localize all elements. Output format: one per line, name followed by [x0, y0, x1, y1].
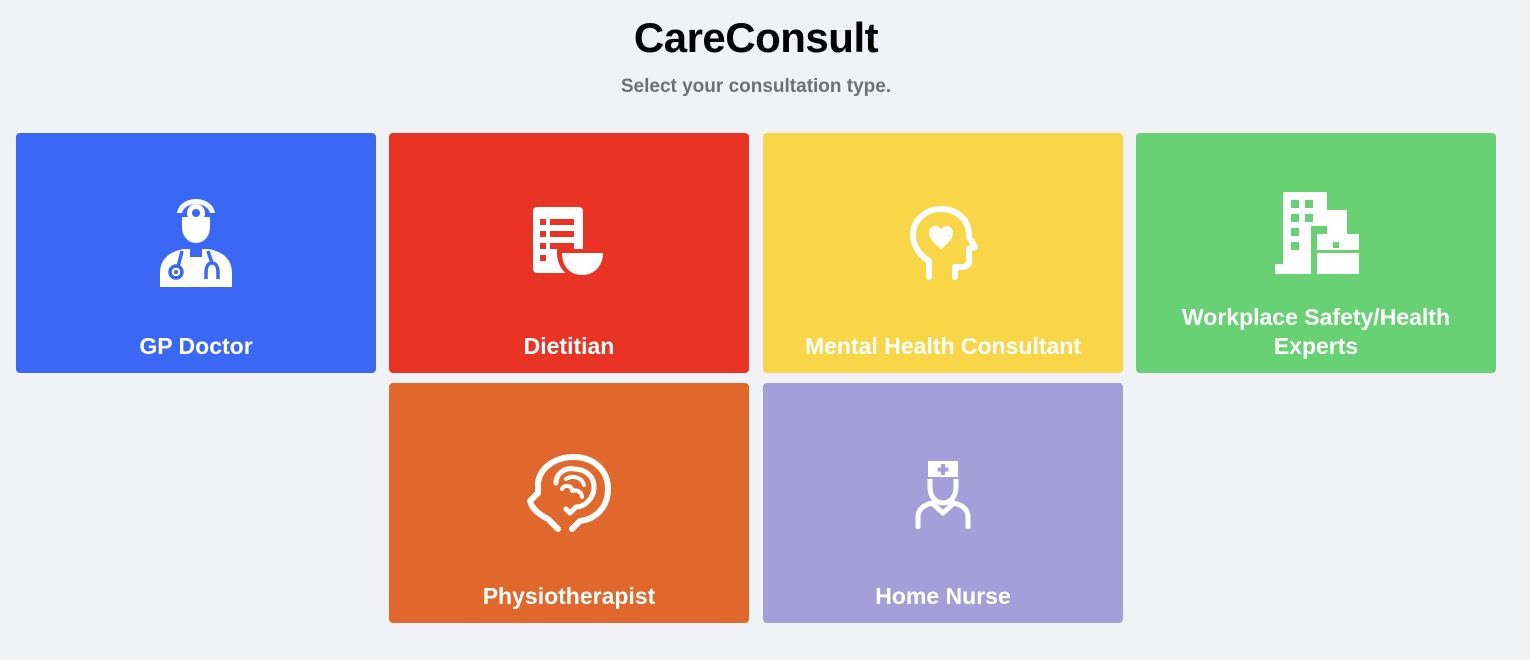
- diet-menu-icon: [389, 193, 749, 293]
- card-label: Home Nurse: [875, 583, 1011, 609]
- card-label: Mental Health Consultant: [804, 333, 1081, 359]
- nurse-icon: [763, 443, 1123, 543]
- page-subtitle: Select your consultation type.: [620, 76, 892, 97]
- card-label: Dietitian: [523, 333, 615, 359]
- card-dietitian[interactable]: Dietitian: [389, 133, 749, 373]
- card-physiotherapist[interactable]: Physiotherapist: [389, 383, 749, 623]
- card-workplace-safety[interactable]: Workplace Safety/Health Experts: [1136, 133, 1496, 373]
- card-gp-doctor[interactable]: GP Doctor: [16, 133, 376, 373]
- card-label: Physiotherapist: [482, 583, 656, 609]
- page-title: CareConsult: [633, 14, 879, 61]
- head-heart-icon: [763, 193, 1123, 293]
- card-label: GP Doctor: [139, 333, 253, 359]
- head-brain-icon: [389, 443, 749, 543]
- card-label: Workplace Safety/Health Experts: [1181, 304, 1450, 359]
- card-home-nurse[interactable]: Home Nurse: [763, 383, 1123, 623]
- building-icon: [1136, 183, 1496, 283]
- doctor-icon: [16, 193, 376, 293]
- card-mental-health[interactable]: Mental Health Consultant: [763, 133, 1123, 373]
